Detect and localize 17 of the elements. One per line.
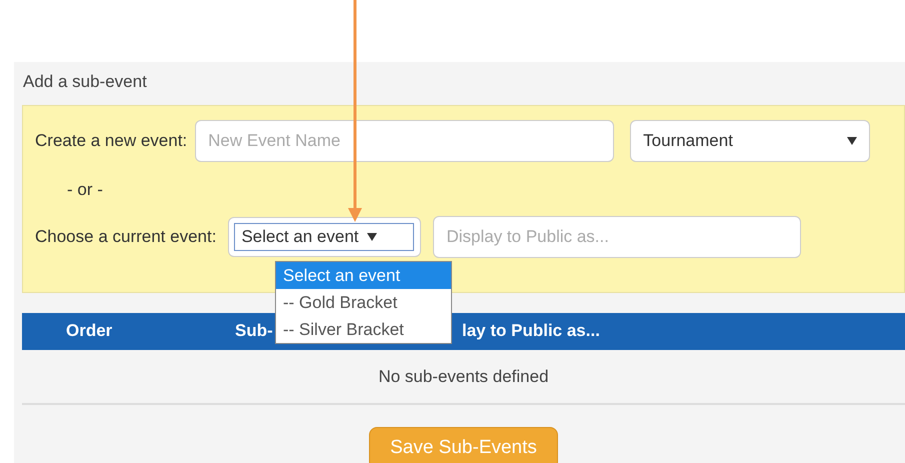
caret-icon [366, 233, 377, 241]
input-field[interactable]: New Event Name [195, 120, 614, 162]
dropdown-option[interactable]: -- Silver Bracket [276, 316, 451, 342]
field-label: Choose a current event: [35, 226, 216, 248]
column-header: lay to Public as... [462, 320, 600, 342]
field-label: Create a new event: [35, 130, 188, 152]
column-header: Sub- [235, 320, 273, 342]
empty-message: No sub-events defined [378, 366, 549, 386]
separator-text: - or - [67, 178, 103, 200]
dropdown-option[interactable]: Select an event [276, 262, 451, 288]
event-select[interactable]: Select an event [228, 217, 422, 257]
column-header: Order [66, 320, 112, 342]
dropdown-option[interactable]: -- Gold Bracket [276, 288, 451, 316]
panel-title: Add a sub-event [23, 71, 147, 93]
input-field[interactable]: Display to Public as... [433, 216, 802, 258]
caret-icon [847, 136, 858, 144]
type-select[interactable]: Tournament [630, 120, 870, 162]
